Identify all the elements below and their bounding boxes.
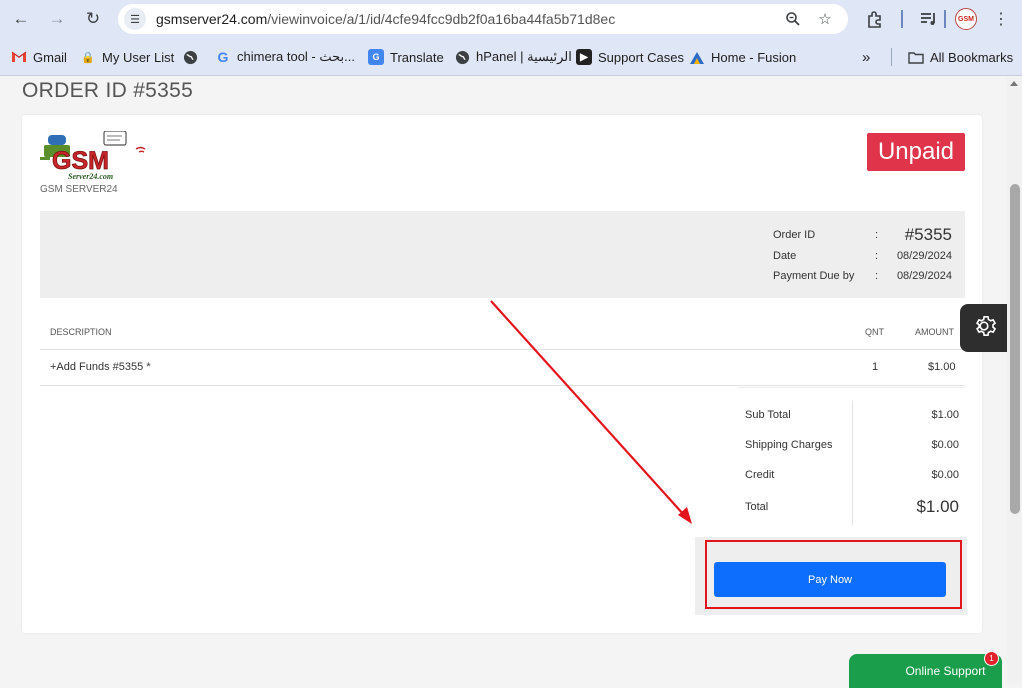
subtotal-label: Sub Total — [745, 409, 791, 421]
column-header-amount: AMOUNT — [915, 327, 954, 337]
bookmark-globe[interactable] — [182, 48, 204, 66]
column-header-qnt: QNT — [865, 327, 884, 337]
order-id-label: Order ID — [773, 229, 816, 241]
company-name: GSM SERVER24 — [40, 184, 118, 195]
toolbar-separator — [944, 10, 946, 28]
bookmarks-separator — [891, 48, 892, 66]
globe-icon — [182, 49, 198, 65]
date-value: 08/29/2024 — [896, 250, 952, 262]
url-text[interactable]: gsmserver24.com/viewinvoice/a/1/id/4cfe9… — [156, 11, 615, 27]
order-info-box: Order ID : #5355 Date : 08/29/2024 Payme… — [40, 211, 965, 298]
bookmarks-bar: Gmail 🔒 My User List G chimera tool - بح… — [0, 38, 1022, 76]
credit-value: $0.00 — [931, 469, 959, 481]
bookmark-support-cases[interactable]: ▶ Support Cases — [576, 48, 684, 66]
bookmark-hpanel[interactable]: hPanel | الرئيسية — [454, 48, 572, 66]
invoice-card: GSM Server24.com GSM SERVER24 Unpaid Ord… — [22, 115, 982, 633]
extensions-icon[interactable] — [862, 5, 888, 33]
translate-icon: G — [368, 49, 384, 65]
lock-icon: 🔒 — [81, 51, 95, 64]
bookmark-my-user-list[interactable]: 🔒 My User List — [80, 48, 174, 66]
bookmark-gmail[interactable]: Gmail — [11, 48, 67, 66]
bookmark-star-icon[interactable]: ☆ — [814, 8, 836, 30]
row-amount: $1.00 — [928, 361, 956, 373]
address-bar[interactable]: ☰ gsmserver24.com/viewinvoice/a/1/id/4cf… — [118, 4, 848, 34]
row-qnt: 1 — [872, 361, 879, 373]
company-logo: GSM Server24.com — [40, 130, 155, 183]
bookmark-all-bookmarks[interactable]: All Bookmarks — [908, 48, 1013, 66]
globe-icon — [454, 49, 470, 65]
total-label: Total — [745, 501, 769, 513]
back-icon[interactable]: ← — [7, 5, 35, 33]
scroll-thumb[interactable] — [1010, 184, 1020, 514]
media-control-icon[interactable] — [916, 5, 942, 33]
table-divider — [40, 349, 965, 350]
column-header-description: DESCRIPTION — [50, 327, 112, 337]
support-icon: ▶ — [576, 49, 592, 65]
svg-text:GSM: GSM — [52, 147, 109, 175]
page-content: ORDER ID #5355 GSM Server24.com GSM SERV… — [0, 77, 1007, 684]
fusion-icon — [689, 49, 705, 65]
notification-badge: 1 — [984, 651, 999, 666]
order-id-value: #5355 — [904, 225, 952, 244]
date-colon: : — [875, 250, 879, 262]
page-title: ORDER ID #5355 — [22, 79, 194, 102]
status-badge: Unpaid — [867, 133, 965, 171]
shipping-label: Shipping Charges — [745, 439, 833, 451]
profile-avatar[interactable]: GSM — [955, 8, 977, 30]
order-id-colon: : — [875, 229, 879, 241]
more-bookmarks-icon[interactable]: » — [862, 48, 870, 66]
shipping-value: $0.00 — [931, 439, 959, 451]
date-label: Date — [773, 250, 797, 262]
menu-icon[interactable]: ⋮ — [988, 5, 1014, 33]
scroll-up-arrow[interactable] — [1010, 81, 1018, 86]
page-scrollbar[interactable] — [1007, 77, 1022, 684]
gmail-icon — [11, 49, 27, 65]
due-date-label: Payment Due by — [773, 270, 855, 282]
zoom-icon[interactable] — [782, 8, 804, 30]
gear-icon — [971, 313, 997, 344]
bookmark-home-fusion[interactable]: Home - Fusion — [689, 48, 796, 66]
toolbar-separator — [901, 10, 903, 28]
total-value: $1.00 — [916, 497, 959, 516]
online-support-button[interactable]: Online Support — [849, 654, 1002, 688]
table-divider — [40, 385, 965, 386]
reload-icon[interactable]: ↻ — [79, 5, 107, 33]
due-date-value: 08/29/2024 — [896, 270, 952, 282]
totals-top-divider — [738, 387, 965, 388]
subtotal-value: $1.00 — [931, 409, 959, 421]
due-date-colon: : — [875, 270, 879, 282]
row-description: +Add Funds #5355 * — [50, 361, 151, 373]
folder-icon — [908, 49, 924, 65]
annotation-highlight-box — [705, 540, 962, 609]
totals-divider — [852, 401, 853, 525]
credit-label: Credit — [745, 469, 775, 481]
browser-toolbar: ← → ↻ ☰ gsmserver24.com/viewinvoice/a/1/… — [0, 0, 1022, 38]
bookmark-translate[interactable]: G Translate — [368, 48, 444, 66]
google-icon: G — [217, 49, 229, 65]
settings-button[interactable] — [960, 304, 1007, 352]
svg-text:Server24.com: Server24.com — [68, 172, 113, 181]
bookmark-chimera-tool[interactable]: G chimera tool - بحث... — [215, 48, 355, 66]
forward-icon[interactable]: → — [43, 5, 71, 33]
site-settings-icon[interactable]: ☰ — [124, 8, 146, 30]
